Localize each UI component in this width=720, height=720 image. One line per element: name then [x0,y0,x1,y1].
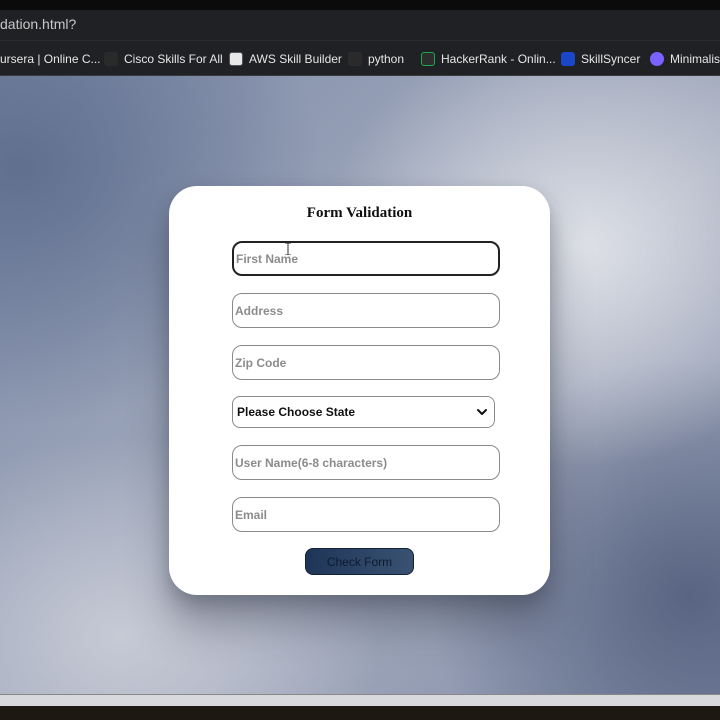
address-bar[interactable]: dation.html? [0,10,720,41]
bookmark-skillsyncer[interactable]: SkillSyncer [561,51,640,67]
bookmark-label: SkillSyncer [581,52,641,66]
bookmarks-bar: ursera | Online C... Cisco Skills For Al… [0,41,720,76]
taskbar-strip [0,706,720,720]
bookmark-label: Cisco Skills For All [124,52,223,66]
url-text[interactable]: dation.html? [0,16,76,32]
aws-icon [229,52,243,66]
cisco-icon [104,52,118,66]
bookmark-label: AWS Skill Builder [249,52,342,66]
bookmark-label: python [368,52,405,66]
bookmark-aws[interactable]: AWS Skill Builder [229,51,342,67]
bookmark-hackerrank[interactable]: HackerRank - Onlin... [421,51,556,67]
bookmark-minimalist[interactable]: Minimalist [650,51,720,67]
bookmark-coursera[interactable]: ursera | Online C... [0,51,101,67]
bookmark-cisco[interactable]: Cisco Skills For All [104,51,223,67]
bookmark-label: ursera | Online C... [0,52,101,66]
state-select[interactable]: Please Choose State [232,396,495,428]
bookmark-label: HackerRank - Onlin... [441,52,556,66]
python-icon [348,52,362,66]
bookmark-label: Minimalist [670,52,720,66]
chevron-down-icon [477,409,487,415]
text-cursor-icon [285,243,291,255]
skillsyncer-icon [561,52,575,66]
hackerrank-icon [421,52,435,66]
email-input[interactable] [232,497,500,532]
minimalist-icon [650,52,664,66]
address-input[interactable] [232,293,500,328]
username-input[interactable] [232,445,500,480]
form-title: Form Validation [306,205,413,221]
state-select-value: Please Choose State [237,405,356,419]
bookmark-python[interactable]: python [348,51,404,67]
form-card: Form Validation Please Choose State Chec… [169,186,550,595]
first-name-input[interactable] [232,241,500,276]
page-viewport: Form Validation Please Choose State Chec… [0,76,720,694]
check-form-button[interactable]: Check Form [305,548,414,575]
zip-code-input[interactable] [232,345,500,380]
window-top-strip [0,0,720,10]
